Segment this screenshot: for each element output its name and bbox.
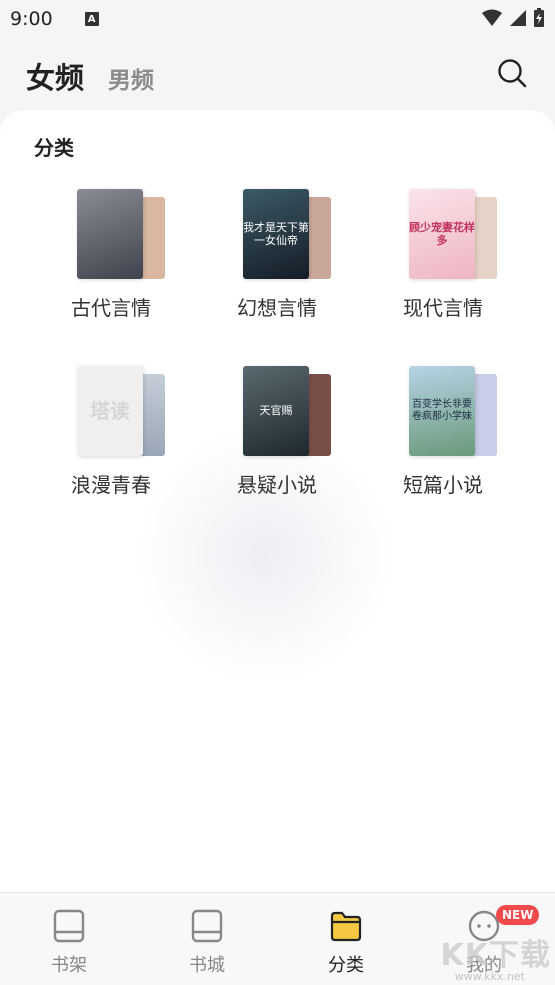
signal-icon: [510, 10, 526, 26]
category-fantasy-romance[interactable]: 我才是天下第一女仙帝 幻想言情: [202, 189, 352, 329]
notification-icon: A: [84, 12, 99, 26]
category-youth-romance[interactable]: 塔读 浪漫青春: [36, 366, 186, 506]
category-short-stories[interactable]: 百变学长非要卷疯那小学妹 短篇小说: [368, 366, 518, 506]
category-label: 现代言情: [403, 296, 483, 320]
cover-title: 我才是天下第一女仙帝: [243, 220, 309, 247]
tab-female[interactable]: 女频: [26, 55, 84, 97]
folder-icon: [330, 911, 362, 942]
wifi-icon: [482, 9, 502, 26]
cover-title: 百变学长非要卷疯那小学妹: [412, 399, 472, 422]
cover-front: 天官赐: [243, 366, 309, 456]
cover-stack: [77, 189, 167, 281]
tab-male[interactable]: 男频: [108, 61, 154, 95]
cover-title: 天官赐: [259, 404, 293, 418]
status-bar: 9:00 A: [0, 0, 555, 38]
nav-label: 分类: [328, 955, 364, 976]
section-title: 分类: [34, 136, 74, 160]
watermark-url: www.kkx.net: [454, 970, 525, 983]
nav-label: 书城: [189, 955, 225, 976]
new-badge: NEW: [496, 905, 540, 925]
category-panel: 分类 古代言情 我才是天下第一女仙帝 幻想言情 顾少宠妻花样多 现代言情 塔读 …: [0, 110, 555, 892]
cover-stack: 百变学长非要卷疯那小学妹: [409, 366, 499, 458]
category-ancient-romance[interactable]: 古代言情: [36, 189, 186, 329]
cover-stack: 我才是天下第一女仙帝: [243, 189, 333, 281]
category-label: 悬疑小说: [237, 473, 317, 497]
book-icon: [191, 909, 223, 943]
category-label: 古代言情: [71, 296, 151, 320]
category-label: 浪漫青春: [71, 473, 151, 497]
nav-label: 书架: [51, 955, 87, 976]
watermark-logo: KK下载: [440, 938, 551, 973]
cover-title: 顾少宠妻花样多: [409, 220, 475, 247]
status-icons: [481, 8, 545, 28]
nav-bookshelf[interactable]: 书架: [9, 893, 129, 985]
cover-title: 塔读: [90, 399, 130, 423]
cover-front: 百变学长非要卷疯那小学妹: [409, 366, 475, 456]
nav-bookstore[interactable]: 书城: [147, 893, 267, 985]
cover-front: 塔读: [77, 366, 143, 456]
bookshelf-icon: [53, 909, 85, 943]
channel-tabs: 女频 男频: [26, 55, 154, 97]
cover-stack: 天官赐: [243, 366, 333, 458]
cover-stack: 塔读: [77, 366, 167, 458]
battery-icon: [534, 8, 544, 27]
search-icon[interactable]: [497, 58, 527, 88]
category-label: 短篇小说: [403, 473, 483, 497]
cover-front: [77, 189, 143, 279]
status-time: 9:00: [10, 8, 53, 30]
nav-category[interactable]: 分类: [286, 893, 406, 985]
category-label: 幻想言情: [237, 296, 317, 320]
category-mystery[interactable]: 天官赐 悬疑小说: [202, 366, 352, 506]
cover-front: 我才是天下第一女仙帝: [243, 189, 309, 279]
cover-stack: 顾少宠妻花样多: [409, 189, 499, 281]
category-modern-romance[interactable]: 顾少宠妻花样多 现代言情: [368, 189, 518, 329]
cover-front: 顾少宠妻花样多: [409, 189, 475, 279]
